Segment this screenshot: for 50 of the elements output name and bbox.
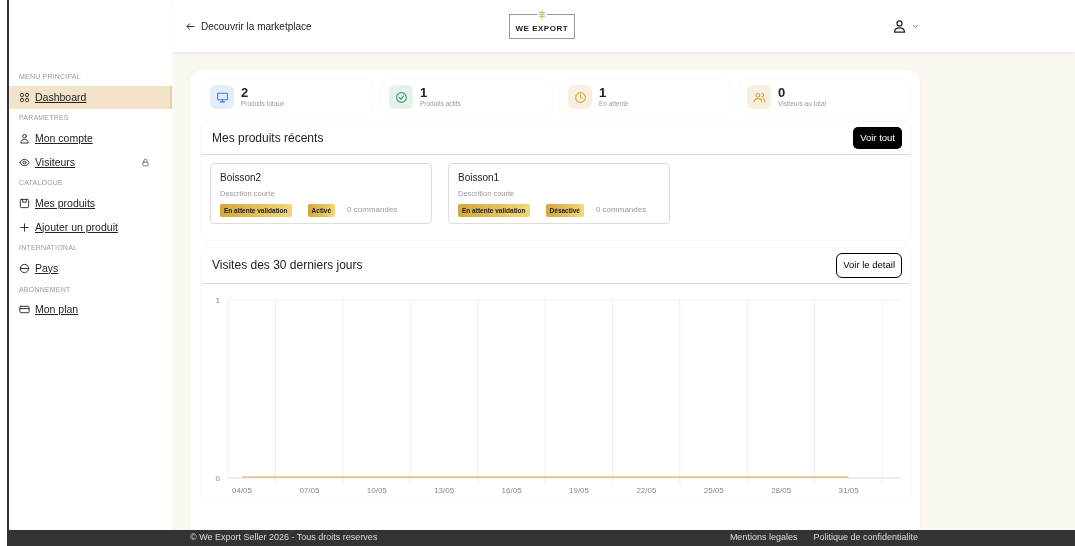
sidebar-item[interactable]: Mes produits: [9, 191, 172, 216]
eye-icon: [19, 156, 30, 168]
x-tick-label: 25/05: [703, 485, 724, 495]
x-tick-label: 16/05: [501, 485, 522, 495]
logo-text: WE EXPORT: [515, 23, 569, 33]
user-icon: [19, 133, 30, 145]
users-icon: [752, 90, 766, 104]
sidebar-item[interactable]: Mon plan: [9, 298, 172, 322]
box-icon: [19, 198, 30, 210]
x-tick-label: 28/05: [771, 485, 792, 495]
sidebar-item[interactable]: Dashboard: [9, 85, 172, 110]
product-name: Boisson1: [458, 171, 501, 186]
panel-title: Mes produits récents: [212, 130, 324, 146]
orders-count: 0 commandes: [347, 204, 398, 217]
user-menu-button[interactable]: [892, 18, 920, 34]
orders-count: 0 commandes: [595, 204, 647, 217]
x-tick-label: 31/05: [838, 485, 859, 495]
grid-icon: [19, 91, 30, 103]
arrow-icon: [185, 20, 196, 32]
x-tick-label: 04/05: [232, 485, 252, 495]
x-tick-label: 10/05: [366, 485, 387, 495]
check-circle-icon: [394, 90, 408, 104]
y-tick-label: 1: [215, 295, 220, 305]
panel-title: Visites des 30 derniers jours: [212, 258, 363, 273]
x-tick-label: 13/05: [434, 485, 455, 495]
plus-icon: [19, 221, 30, 233]
monitor-icon: [215, 90, 229, 104]
stat-value: 1: [420, 85, 429, 99]
sidebar-item[interactable]: Pays: [9, 256, 172, 281]
copyright-text: © We Export Seller 2026 - Tous droits reserves: [190, 531, 378, 544]
footer-link[interactable]: Mentions legales: [729, 531, 798, 546]
sidebar-item[interactable]: Visiteurs: [9, 150, 172, 175]
sidebar-item[interactable]: Ajouter un produit: [9, 215, 172, 240]
card-icon: [19, 304, 30, 316]
x-tick-label: 07/05: [299, 485, 320, 495]
stat-value: 2: [241, 85, 250, 99]
globe-icon: [19, 263, 30, 275]
back-link[interactable]: Decouvrir la marketplace: [185, 18, 312, 34]
user-icon: [892, 18, 907, 34]
footer-link[interactable]: Politique de confidentialite: [813, 531, 918, 546]
product-name: Boisson2: [220, 171, 263, 186]
view-detail-button[interactable]: Voir le detail: [836, 253, 902, 278]
clock-icon: [573, 90, 587, 104]
x-tick-label: 22/05: [636, 485, 657, 495]
stat-value: 0: [778, 85, 787, 99]
x-tick-label: 19/05: [569, 485, 589, 495]
y-tick-label: 0: [215, 473, 220, 483]
sidebar-item[interactable]: Mon compte: [9, 126, 172, 151]
view-all-button[interactable]: Voir tout: [853, 127, 902, 150]
stat-value: 1: [599, 85, 608, 99]
